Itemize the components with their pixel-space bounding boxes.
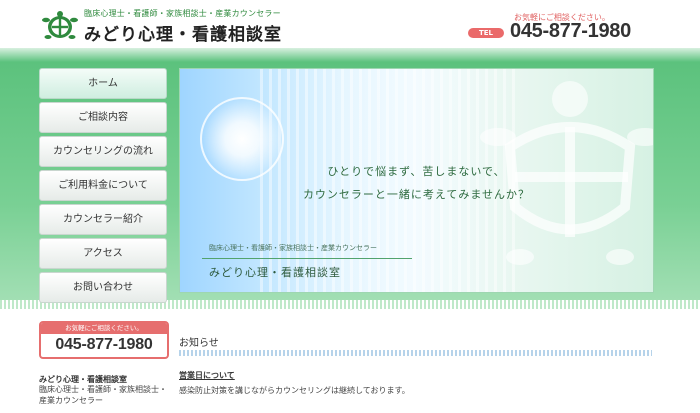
nav-item-fees[interactable]: ご利用料金について xyxy=(39,170,167,201)
news-item-text: 感染防止対策を講じながらカウンセリングは継続しております。 xyxy=(179,386,410,395)
hero-divider xyxy=(202,258,412,259)
sidebar-description-line2: 産業カウンセラー xyxy=(39,396,103,405)
turtle-watermark-icon xyxy=(480,81,653,265)
hero-message-line1: ひとりで悩まず、苦しまないで、 xyxy=(327,165,506,178)
hero-banner: ひとりで悩まず、苦しまないで、 カウンセラーと一緒に考えてみませんか？ 臨床心理… xyxy=(179,68,654,293)
nav-item-home[interactable]: ホーム xyxy=(39,68,167,99)
turtle-logo-icon[interactable] xyxy=(41,10,79,42)
news-dotted-rule xyxy=(179,350,652,356)
nav-item-contact[interactable]: お問い合わせ xyxy=(39,272,167,303)
sidebar-description-line1: 臨床心理士・看護師・家族相談士・ xyxy=(39,385,167,394)
nav-item-access[interactable]: アクセス xyxy=(39,238,167,269)
news-heading: お知らせ xyxy=(179,338,219,349)
news-item-link[interactable]: 営業日について xyxy=(179,370,235,381)
site-header: 臨床心理士・看護師・家族相談士・産業カウンセラー みどり心理・看護相談室 お気軽… xyxy=(0,0,700,48)
header-tagline: 臨床心理士・看護師・家族相談士・産業カウンセラー xyxy=(84,9,281,18)
nav-item-consultation[interactable]: ご相談内容 xyxy=(39,102,167,133)
nav-item-counseling-flow[interactable]: カウンセリングの流れ xyxy=(39,136,167,167)
site-title[interactable]: みどり心理・看護相談室 xyxy=(84,20,282,45)
main-navigation: ホーム ご相談内容 カウンセリングの流れ ご利用料金について カウンセラー紹介 … xyxy=(39,68,167,306)
sidebar-contact-note: お気軽にご相談ください。 xyxy=(41,323,167,334)
hero-office-name: みどり心理・看護相談室 xyxy=(209,266,341,279)
hero-message-line2: カウンセラーと一緒に考えてみませんか？ xyxy=(302,188,531,201)
sidebar-phone-number[interactable]: 045-877-1980 xyxy=(41,334,167,356)
tel-badge: TEL xyxy=(468,28,504,38)
sidebar-contact-box[interactable]: お気軽にご相談ください。 045-877-1980 xyxy=(39,321,169,359)
header-phone-number[interactable]: 045-877-1980 xyxy=(510,20,631,43)
nav-item-counselor[interactable]: カウンセラー紹介 xyxy=(39,204,167,235)
hero-subtitle: 臨床心理士・看護師・家族相談士・産業カウンセラー xyxy=(209,244,377,252)
